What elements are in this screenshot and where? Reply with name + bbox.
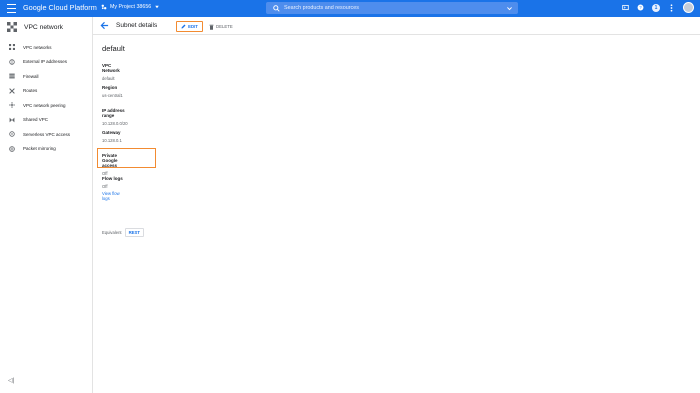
field-label: Flow logs [102, 176, 123, 181]
subnet-details: default VPC Network default Region us-ce… [97, 44, 156, 237]
search-placeholder: Search products and resources [284, 5, 359, 11]
field-label: Region [102, 85, 118, 90]
page-title: Subnet details [116, 22, 158, 29]
edit-button[interactable]: EDIT [176, 21, 203, 32]
packet-mirroring-icon [9, 145, 15, 152]
field-private-google-access: Private Google access Off [97, 148, 156, 176]
menu-icon[interactable] [7, 4, 16, 13]
action-bar: Subnet details EDIT DELETE [93, 17, 700, 35]
peering-icon [9, 102, 15, 109]
sidebar-item-label: Packet mirroring [23, 146, 56, 152]
routes-icon [9, 88, 15, 94]
sidebar-nav: VPC networks External IP addresses Firew… [0, 40, 93, 156]
sidebar-title: VPC network [24, 23, 64, 31]
vpc-networks-icon [9, 44, 15, 51]
chevron-down-icon [155, 5, 160, 9]
sidebar: VPC network VPC networks External IP add… [0, 17, 93, 393]
field-value: 10.128.0.1 [102, 138, 122, 143]
field-value: 10.128.0.0/20 [102, 121, 128, 126]
field-label: VPC Network [102, 63, 120, 73]
more-vert-icon[interactable] [668, 3, 675, 12]
rest-button[interactable]: REST [124, 228, 145, 237]
subnet-name: default [102, 44, 125, 53]
vpc-network-icon [7, 22, 17, 32]
field-ip-range: IP address range 10.128.0.0/20 [102, 108, 128, 126]
sidebar-item-label: Routes [23, 88, 38, 94]
firewall-icon [9, 73, 15, 79]
sidebar-item-routes[interactable]: Routes [0, 84, 93, 99]
serverless-icon [9, 131, 15, 137]
edit-label: EDIT [188, 24, 198, 29]
notifications-badge[interactable]: 1 [652, 3, 660, 12]
sidebar-header: VPC network [7, 22, 63, 32]
project-selector[interactable]: My Project 38656 [101, 4, 160, 10]
search-icon [273, 4, 280, 12]
equivalent-label: Equivalent [102, 230, 122, 235]
delete-button[interactable]: DELETE [209, 21, 233, 32]
sidebar-item-label: Firewall [23, 73, 39, 79]
help-icon[interactable]: ? [637, 4, 644, 11]
cloud-shell-icon[interactable] [622, 4, 629, 11]
sidebar-item-vpc-networks[interactable]: VPC networks [0, 40, 93, 55]
highlight-box [97, 148, 156, 168]
delete-label: DELETE [216, 24, 233, 29]
field-vpc-network: VPC Network default [102, 63, 125, 81]
sidebar-item-label: Serverless VPC access [23, 131, 71, 137]
field-region: Region us-central1 [102, 85, 123, 98]
trash-icon [209, 24, 214, 30]
field-value: Off [102, 184, 108, 189]
sidebar-item-packet-mirroring[interactable]: Packet mirroring [0, 142, 93, 157]
field-value: default [102, 76, 115, 81]
sidebar-item-label: Shared VPC [23, 117, 49, 123]
collapse-sidebar-icon[interactable]: ◁| [8, 377, 14, 384]
sidebar-item-label: VPC network peering [23, 102, 66, 108]
search-expand-icon[interactable] [506, 5, 513, 12]
app-title[interactable]: Google Cloud Platform [23, 3, 97, 12]
sidebar-item-label: External IP addresses [23, 59, 67, 65]
view-flow-logs-link[interactable]: View flow logs [102, 191, 125, 201]
field-label: Gateway [102, 130, 121, 135]
project-icon [101, 4, 107, 10]
sidebar-item-external-ip[interactable]: External IP addresses [0, 55, 93, 70]
back-arrow-icon[interactable] [100, 21, 109, 30]
main-content: Subnet details EDIT DELETE default VPC N… [93, 17, 700, 393]
top-bar: Google Cloud Platform My Project 38656 S… [0, 0, 700, 17]
pencil-icon [181, 24, 186, 29]
sidebar-item-peering[interactable]: VPC network peering [0, 98, 93, 113]
field-gateway: Gateway 10.128.0.1 [102, 130, 122, 143]
sidebar-item-serverless[interactable]: Serverless VPC access [0, 127, 93, 142]
avatar[interactable] [683, 2, 694, 13]
equivalent-row: Equivalent REST [102, 228, 145, 237]
field-value: us-central1 [102, 93, 123, 98]
search-box[interactable]: Search products and resources [266, 2, 518, 14]
field-label: IP address range [102, 108, 125, 118]
external-ip-icon [9, 59, 15, 65]
sidebar-item-shared-vpc[interactable]: Shared VPC [0, 113, 93, 128]
sidebar-item-firewall[interactable]: Firewall [0, 69, 93, 84]
field-flow-logs: Flow logs Off View flow logs [102, 176, 125, 201]
shared-vpc-icon [9, 117, 15, 123]
project-name: My Project 38656 [110, 4, 152, 10]
sidebar-item-label: VPC networks [23, 44, 52, 50]
